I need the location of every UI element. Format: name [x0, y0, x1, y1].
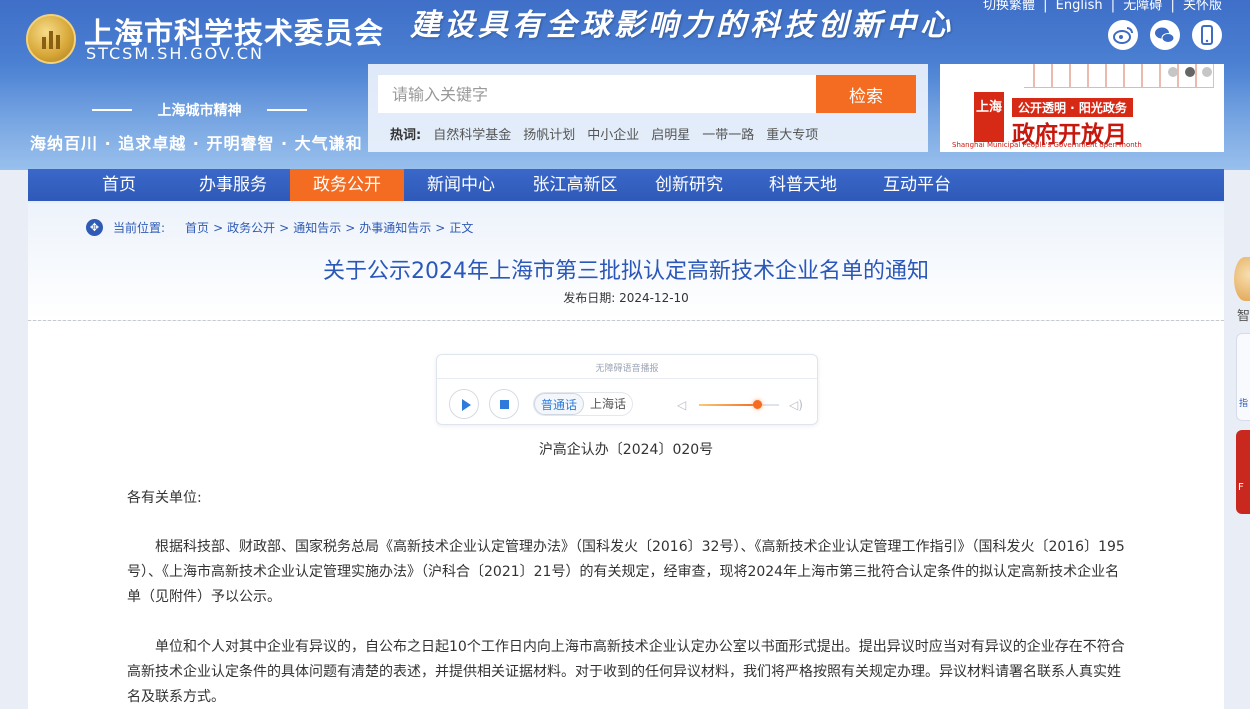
location-icon: ✥ — [86, 219, 103, 236]
article-header: ✥ 当前位置: 首页 > 政务公开 > 通知告示 > 办事通知告示 > 正文 关… — [28, 203, 1224, 321]
open-month-banner[interactable]: 上海 公开透明 · 阳光政务 政府开放月 Shanghai Municipal … — [940, 64, 1224, 152]
banner-dot[interactable] — [1202, 67, 1212, 77]
ai-assistant-icon — [1234, 257, 1250, 301]
nav-science-popularization[interactable]: 科普天地 — [746, 169, 860, 201]
volume-slider[interactable] — [699, 400, 779, 409]
breadcrumb-current: 正文 — [449, 221, 474, 235]
banner-dot-active[interactable] — [1185, 67, 1195, 77]
article-title: 关于公示2024年上海市第三批拟认定高新技术企业名单的通知 — [323, 259, 929, 284]
government-emblem-icon[interactable] — [26, 14, 76, 64]
top-links-separator: | — [1170, 0, 1175, 13]
volume-up-icon[interactable]: ◁) — [789, 398, 803, 412]
header-slogan: 建设具有全球影响力的科技创新中心 — [410, 8, 954, 43]
top-links: 切换繁體 | English | 无障碍 | 关怀版 — [981, 0, 1224, 13]
volume-knob[interactable] — [752, 400, 762, 409]
nav-news[interactable]: 新闻中心 — [404, 169, 518, 201]
search-button[interactable]: 检索 — [816, 75, 916, 113]
wechat-icon[interactable] — [1150, 20, 1180, 50]
article-paragraph: 单位和个人对其中企业有异议的，自公布之日起10个工作日内向上海市高新技术企业认定… — [127, 639, 1125, 705]
hot-word[interactable]: 一带一路 — [702, 124, 754, 143]
language-toggle: 普通话 上海话 — [533, 392, 634, 416]
link-accessibility[interactable]: 无障碍 — [1123, 0, 1162, 13]
ai-assistant-widget[interactable]: 智 — [1234, 245, 1250, 325]
hot-word[interactable]: 扬帆计划 — [523, 124, 575, 143]
audio-player-title: 无障碍语音播报 — [595, 364, 659, 374]
hot-word[interactable]: 自然科学基金 — [433, 124, 511, 143]
breadcrumb-service-notices[interactable]: 办事通知告示 — [359, 219, 431, 236]
lang-shanghainese[interactable]: 上海话 — [584, 393, 632, 415]
breadcrumb-government-affairs[interactable]: 政务公开 — [227, 219, 275, 236]
city-spirit-text: 海纳百川 · 追求卓越 · 开明睿智 · 大气谦和 — [30, 134, 363, 153]
top-links-separator: | — [1043, 0, 1048, 13]
document-number: 沪高企认办〔2024〕020号 — [538, 442, 714, 458]
banner-english: Shanghai Municipal People's Government o… — [952, 141, 1142, 149]
link-elderly-mode[interactable]: 关怀版 — [1183, 0, 1222, 13]
breadcrumb: ✥ 当前位置: 首页 > 政务公开 > 通知告示 > 办事通知告示 > 正文 — [86, 219, 473, 236]
article-salutation: 各有关单位: — [127, 490, 202, 506]
breadcrumb-separator: > — [435, 220, 446, 235]
hot-word[interactable]: 启明星 — [651, 124, 690, 143]
nav-services[interactable]: 办事服务 — [176, 169, 290, 201]
hot-word[interactable]: 重大专项 — [766, 124, 818, 143]
site-header: 上海市科学技术委员会 STCSM.SH.GOV.CN 建设具有全球影响力的科技创… — [0, 0, 1250, 170]
publish-date-label: 发布日期: — [563, 291, 616, 305]
red-side-widget-label: F — [1238, 482, 1244, 493]
site-domain: STCSM.SH.GOV.CN — [86, 44, 265, 63]
audio-player: 无障碍语音播报 普通话 上海话 ◁ ◁) — [436, 354, 818, 425]
play-icon[interactable] — [449, 389, 479, 419]
article-paragraph: 根据科技部、财政部、国家税务总局《高新技术企业认定管理办法》（国科发火〔2016… — [127, 539, 1125, 605]
banner-dot[interactable] — [1168, 67, 1178, 77]
audio-player-divider — [437, 378, 817, 379]
ai-assistant-label: 智 — [1237, 309, 1250, 324]
top-links-separator: | — [1110, 0, 1116, 13]
mobile-icon[interactable] — [1192, 20, 1222, 50]
main-nav: 首页 办事服务 政务公开 新闻中心 张江高新区 创新研究 科普天地 互动平台 — [28, 169, 1224, 201]
lang-mandarin[interactable]: 普通话 — [534, 393, 585, 415]
breadcrumb-separator: > — [279, 220, 290, 235]
breadcrumb-separator: > — [345, 220, 356, 235]
banner-pagination — [1168, 67, 1212, 77]
volume-down-icon[interactable]: ◁ — [677, 398, 686, 412]
hot-words-label: 热词: — [390, 128, 422, 143]
breadcrumb-label: 当前位置: — [113, 221, 166, 235]
breadcrumb-separator: > — [213, 220, 224, 235]
breadcrumb-notices[interactable]: 通知告示 — [293, 219, 341, 236]
hot-words: 热词: 自然科学基金 扬帆计划 中小企业 启明星 一带一路 重大专项 — [390, 124, 818, 143]
breadcrumb-home[interactable]: 首页 — [185, 219, 209, 236]
publish-date-value: 2024-12-10 — [619, 291, 689, 305]
article-container: ✥ 当前位置: 首页 > 政务公开 > 通知告示 > 办事通知告示 > 正文 关… — [28, 203, 1224, 709]
stop-icon[interactable] — [489, 389, 519, 419]
city-spirit-title: 上海城市精神 — [92, 100, 307, 120]
banner-shanghai-badge: 上海 — [974, 92, 1004, 142]
nav-innovation-research[interactable]: 创新研究 — [632, 169, 746, 201]
weibo-icon[interactable] — [1108, 20, 1138, 50]
guide-widget[interactable]: 指 — [1236, 333, 1250, 421]
volume-fill — [699, 404, 757, 406]
hot-word[interactable]: 中小企业 — [587, 124, 639, 143]
search-panel: 检索 热词: 自然科学基金 扬帆计划 中小企业 启明星 一带一路 重大专项 — [368, 64, 928, 152]
nav-home[interactable]: 首页 — [62, 169, 176, 201]
nav-zhangjiang[interactable]: 张江高新区 — [518, 169, 632, 201]
guide-widget-label: 指 — [1239, 399, 1249, 409]
nav-interaction[interactable]: 互动平台 — [860, 169, 974, 201]
link-english[interactable]: English — [1056, 0, 1103, 13]
nav-government-affairs[interactable]: 政务公开 — [290, 169, 404, 201]
red-side-widget[interactable]: F — [1236, 430, 1250, 514]
publish-date: 发布日期: 2024-12-10 — [28, 289, 1224, 306]
link-traditional-chinese[interactable]: 切换繁體 — [983, 0, 1035, 13]
search-input[interactable] — [378, 75, 816, 113]
